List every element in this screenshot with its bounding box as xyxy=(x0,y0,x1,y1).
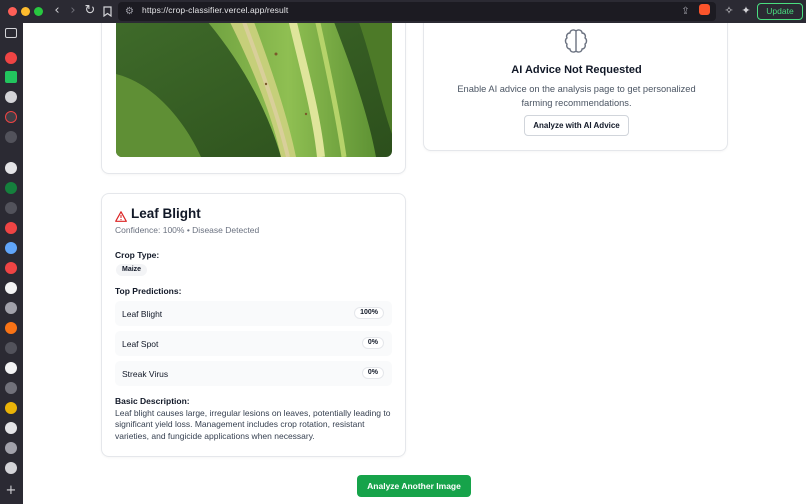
tab-icon[interactable] xyxy=(5,362,17,374)
prediction-name: Leaf Blight xyxy=(122,309,163,319)
tab-icon[interactable] xyxy=(5,282,17,294)
tab-icon[interactable] xyxy=(5,422,17,434)
browser-toolbar: ‹ › ↻ ⚙ https://crop-classifier.vercel.a… xyxy=(0,0,806,23)
tab-icon[interactable] xyxy=(5,91,17,103)
chatgpt-icon[interactable] xyxy=(5,382,17,394)
tab-icon[interactable] xyxy=(5,131,17,143)
prediction-name: Streak Virus xyxy=(122,369,169,379)
tab-icon[interactable] xyxy=(5,111,17,123)
site-settings-icon[interactable]: ⚙ xyxy=(123,5,136,18)
reload-icon[interactable]: ↻ xyxy=(81,2,99,20)
disease-title: Leaf Blight xyxy=(131,206,201,221)
url-text[interactable]: https://crop-classifier.vercel.app/resul… xyxy=(142,5,288,15)
extensions-icon[interactable]: ✧ xyxy=(722,4,736,18)
tab-icon[interactable] xyxy=(5,442,17,454)
basic-description-text: Leaf blight causes large, irregular lesi… xyxy=(115,408,391,441)
address-bar[interactable]: ⚙ https://crop-classifier.vercel.app/res… xyxy=(118,2,716,21)
tab-icon[interactable] xyxy=(5,462,17,474)
leo-ai-icon[interactable]: ✦ xyxy=(739,4,753,18)
analyze-with-ai-advice-button[interactable]: Analyze with AI Advice xyxy=(524,115,629,136)
maximize-window-dot[interactable] xyxy=(34,7,43,16)
crop-type-label: Crop Type: xyxy=(115,250,160,260)
crop-type-badge: Maize xyxy=(116,264,148,276)
prediction-row: Streak Virus 0% xyxy=(115,361,392,386)
minimize-window-dot[interactable] xyxy=(21,7,30,16)
page-content: AI Advice Not Requested Enable AI advice… xyxy=(23,23,806,504)
leaf-photo xyxy=(116,23,392,157)
sidebar-toggle-icon[interactable] xyxy=(5,28,17,38)
ai-advice-card: AI Advice Not Requested Enable AI advice… xyxy=(423,23,728,151)
add-icon[interactable]: + xyxy=(4,484,18,498)
warning-triangle-icon xyxy=(115,209,127,222)
top-predictions-label: Top Predictions: xyxy=(115,286,182,296)
confidence-text: Confidence: 100% • Disease Detected xyxy=(115,225,260,235)
analyze-another-image-button[interactable]: Analyze Another Image xyxy=(357,475,471,497)
prediction-score-badge: 0% xyxy=(361,337,384,349)
tab-icon[interactable] xyxy=(5,322,17,334)
prediction-name: Leaf Spot xyxy=(122,339,159,349)
tab-icon[interactable] xyxy=(5,402,17,414)
advice-description: Enable AI advice on the analysis page to… xyxy=(457,84,696,108)
basic-description-label: Basic Description: xyxy=(115,396,190,406)
bookmark-icon[interactable] xyxy=(98,2,116,20)
brave-shield-icon[interactable] xyxy=(699,4,710,15)
prediction-score-badge: 0% xyxy=(361,367,384,379)
forward-icon[interactable]: › xyxy=(64,2,82,20)
prediction-row: Leaf Blight 100% xyxy=(115,301,392,326)
tab-icon[interactable] xyxy=(5,182,17,194)
prediction-row: Leaf Spot 0% xyxy=(115,331,392,356)
youtube-icon[interactable] xyxy=(5,262,17,274)
tab-icon[interactable] xyxy=(5,302,17,314)
tab-icon[interactable] xyxy=(5,342,17,354)
update-button[interactable]: Update xyxy=(757,3,803,20)
result-card: Leaf Blight Confidence: 100% • Disease D… xyxy=(101,193,406,457)
advice-title: AI Advice Not Requested xyxy=(511,64,642,76)
sheets-icon[interactable] xyxy=(5,71,17,83)
close-window-dot[interactable] xyxy=(8,7,17,16)
github-icon[interactable] xyxy=(5,162,17,174)
tab-icon[interactable] xyxy=(5,242,17,254)
tab-icon[interactable] xyxy=(5,202,17,214)
brain-icon xyxy=(562,27,590,55)
image-card xyxy=(101,23,406,174)
youtube-icon[interactable] xyxy=(5,222,17,234)
browser-sidebar: + xyxy=(0,23,23,504)
share-icon[interactable]: ⇪ xyxy=(679,5,692,18)
prediction-score-badge: 100% xyxy=(354,307,384,319)
youtube-icon[interactable] xyxy=(5,52,17,64)
